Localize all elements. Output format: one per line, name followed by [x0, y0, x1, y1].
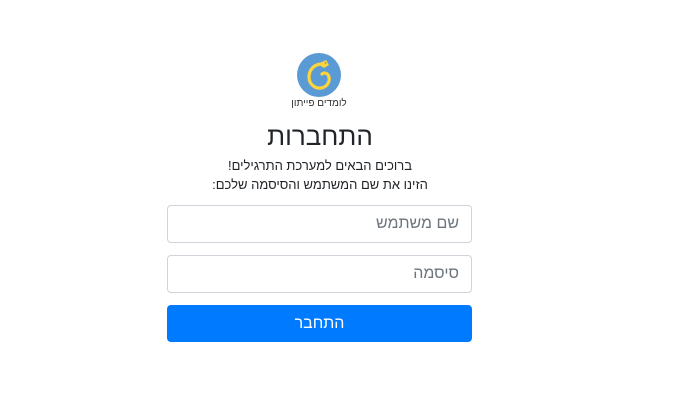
username-input[interactable]	[167, 205, 472, 243]
snake-logo-icon	[297, 53, 341, 97]
logo: לומדים פייתון	[287, 52, 351, 110]
login-page: לומדים פייתון התחברות ברוכים הבאים למערכ…	[0, 0, 690, 410]
password-input[interactable]	[167, 255, 472, 293]
welcome-line-1: ברוכים הבאים למערכת התרגילים!	[228, 158, 412, 173]
welcome-message: ברוכים הבאים למערכת התרגילים! הזינו את ש…	[120, 156, 520, 194]
welcome-line-2: הזינו את שם המשתמש והסיסמה שלכם:	[212, 177, 428, 192]
login-button[interactable]: התחבר	[167, 305, 472, 342]
logo-caption: לומדים פייתון	[291, 98, 347, 109]
page-title: התחברות	[267, 121, 373, 151]
